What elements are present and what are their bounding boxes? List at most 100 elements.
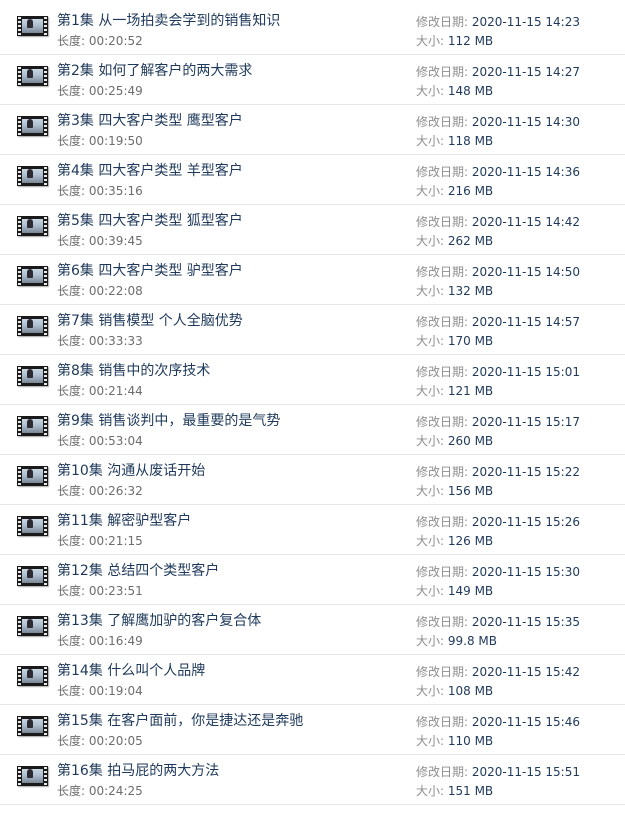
film-perforation-right: [44, 17, 47, 35]
file-row[interactable]: 第13集 了解鹰加驴的客户复合体 长度: 00:16:49 修改日期: 2020-1…: [0, 605, 625, 655]
duration-value: 00:21:15: [88, 534, 143, 548]
file-name[interactable]: 第4集 四大客户类型 羊型客户: [57, 160, 243, 180]
video-file-icon: [17, 516, 48, 536]
duration-label: 长度:: [57, 534, 89, 548]
file-row[interactable]: 第14集 什么叫个人品牌 长度: 00:19:04 修改日期: 2020-11-15…: [0, 655, 625, 705]
duration-label: 长度:: [57, 234, 89, 248]
modified-label: 修改日期:: [416, 65, 472, 79]
modified-date: 修改日期: 2020-11-15 15:35: [416, 613, 580, 630]
file-name[interactable]: 第12集 总结四个类型客户: [57, 560, 219, 580]
file-name[interactable]: 第9集 销售谈判中，最重要的是气势: [57, 410, 280, 430]
file-row[interactable]: 第15集 在客户面前，你是捷达还是奔驰 长度: 00:20:05 修改日期: 202…: [0, 705, 625, 755]
size-value: 156 MB: [447, 484, 494, 498]
file-name[interactable]: 第5集 四大客户类型 狐型客户: [57, 210, 243, 230]
modified-label: 修改日期:: [416, 165, 472, 179]
modified-label: 修改日期:: [416, 215, 472, 229]
file-row[interactable]: 第6集 四大客户类型 驴型客户 长度: 00:22:08 修改日期: 2020-11…: [0, 255, 625, 305]
modified-label: 修改日期:: [416, 765, 472, 779]
video-thumbnail-figure: [27, 19, 33, 28]
file-row[interactable]: 第3集 四大客户类型 鹰型客户 长度: 00:19:50 修改日期: 2020-11…: [0, 105, 625, 155]
video-file-icon: [17, 616, 48, 636]
video-file-icon: [17, 566, 48, 586]
modified-value: 2020-11-15 14:57: [471, 315, 580, 329]
film-perforation-left: [18, 117, 21, 135]
size-value: 99.8 MB: [447, 634, 497, 648]
file-row[interactable]: 第4集 四大客户类型 羊型客户 长度: 00:35:16 修改日期: 2020-11…: [0, 155, 625, 205]
modified-value: 2020-11-15 15:42: [471, 665, 580, 679]
video-thumbnail-figure: [27, 119, 33, 128]
video-thumbnail-figure: [27, 669, 33, 678]
file-name[interactable]: 第16集 拍马屁的两大方法: [57, 760, 219, 780]
file-name[interactable]: 第3集 四大客户类型 鹰型客户: [57, 110, 243, 130]
modified-value: 2020-11-15 15:17: [471, 415, 580, 429]
file-row[interactable]: 第12集 总结四个类型客户 长度: 00:23:51 修改日期: 2020-11-1…: [0, 555, 625, 605]
file-name[interactable]: 第15集 在客户面前，你是捷达还是奔驰: [57, 710, 303, 730]
file-name[interactable]: 第14集 什么叫个人品牌: [57, 660, 205, 680]
size-value: 148 MB: [447, 84, 494, 98]
size-label: 大小:: [416, 234, 448, 248]
duration-value: 00:22:08: [88, 284, 143, 298]
video-file-icon: [17, 666, 48, 686]
size-label: 大小:: [416, 534, 448, 548]
duration: 长度: 00:16:49: [57, 632, 143, 649]
film-perforation-right: [44, 567, 47, 585]
file-name[interactable]: 第11集 解密驴型客户: [57, 510, 191, 530]
film-perforation-left: [18, 467, 21, 485]
duration: 长度: 00:25:49: [57, 82, 143, 99]
size-label: 大小:: [416, 84, 448, 98]
file-row[interactable]: 第10集 沟通从废话开始 长度: 00:26:32 修改日期: 2020-11-15…: [0, 455, 625, 505]
film-perforation-right: [44, 517, 47, 535]
duration-value: 00:19:50: [88, 134, 143, 148]
file-name[interactable]: 第13集 了解鹰加驴的客户复合体: [57, 610, 261, 630]
size-value: 262 MB: [447, 234, 494, 248]
film-perforation-left: [18, 217, 21, 235]
modified-date: 修改日期: 2020-11-15 14:50: [416, 263, 580, 280]
size-value: 260 MB: [447, 434, 494, 448]
film-perforation-left: [18, 667, 21, 685]
duration-label: 长度:: [57, 434, 89, 448]
file-name[interactable]: 第2集 如何了解客户的两大需求: [57, 60, 252, 80]
size-label: 大小:: [416, 734, 448, 748]
modified-value: 2020-11-15 14:36: [471, 165, 580, 179]
file-row[interactable]: 第1集 从一场拍卖会学到的销售知识 长度: 00:20:52 修改日期: 2020-…: [0, 5, 625, 55]
modified-date: 修改日期: 2020-11-15 14:36: [416, 163, 580, 180]
duration-label: 长度:: [57, 34, 89, 48]
modified-label: 修改日期:: [416, 315, 472, 329]
film-perforation-left: [18, 167, 21, 185]
film-perforation-right: [44, 717, 47, 735]
modified-date: 修改日期: 2020-11-15 14:57: [416, 313, 580, 330]
film-perforation-left: [18, 717, 21, 735]
file-size: 大小: 151 MB: [416, 782, 493, 799]
modified-label: 修改日期:: [416, 715, 472, 729]
modified-value: 2020-11-15 14:30: [471, 115, 580, 129]
file-name[interactable]: 第10集 沟通从废话开始: [57, 460, 205, 480]
file-row[interactable]: 第5集 四大客户类型 狐型客户 长度: 00:39:45 修改日期: 2020-11…: [0, 205, 625, 255]
duration-label: 长度:: [57, 384, 89, 398]
modified-value: 2020-11-15 14:23: [471, 15, 580, 29]
duration: 长度: 00:53:04: [57, 432, 143, 449]
film-perforation-right: [44, 217, 47, 235]
film-perforation-left: [18, 617, 21, 635]
size-value: 108 MB: [447, 684, 494, 698]
file-row[interactable]: 第9集 销售谈判中，最重要的是气势 长度: 00:53:04 修改日期: 2020-…: [0, 405, 625, 455]
file-name[interactable]: 第6集 四大客户类型 驴型客户: [57, 260, 243, 280]
modified-date: 修改日期: 2020-11-15 15:22: [416, 463, 580, 480]
file-row[interactable]: 第7集 销售模型 个人全脑优势 长度: 00:33:33 修改日期: 2020-11…: [0, 305, 625, 355]
file-row[interactable]: 第2集 如何了解客户的两大需求 长度: 00:25:49 修改日期: 2020-11…: [0, 55, 625, 105]
size-label: 大小:: [416, 584, 448, 598]
modified-date: 修改日期: 2020-11-15 15:46: [416, 713, 580, 730]
duration-value: 00:16:49: [88, 634, 143, 648]
video-file-icon: [17, 416, 48, 436]
video-file-icon: [17, 716, 48, 736]
duration: 长度: 00:21:15: [57, 532, 143, 549]
file-size: 大小: 148 MB: [416, 82, 493, 99]
modified-date: 修改日期: 2020-11-15 15:51: [416, 763, 580, 780]
file-name[interactable]: 第1集 从一场拍卖会学到的销售知识: [57, 10, 280, 30]
file-size: 大小: 156 MB: [416, 482, 493, 499]
file-row[interactable]: 第16集 拍马屁的两大方法 长度: 00:24:25 修改日期: 2020-11-1…: [0, 755, 625, 805]
file-name[interactable]: 第7集 销售模型 个人全脑优势: [57, 310, 243, 330]
file-row[interactable]: 第8集 销售中的次序技术 长度: 00:21:44 修改日期: 2020-11-15…: [0, 355, 625, 405]
size-value: 151 MB: [447, 784, 494, 798]
file-name[interactable]: 第8集 销售中的次序技术: [57, 360, 210, 380]
file-row[interactable]: 第11集 解密驴型客户 长度: 00:21:15 修改日期: 2020-11-15 …: [0, 505, 625, 555]
